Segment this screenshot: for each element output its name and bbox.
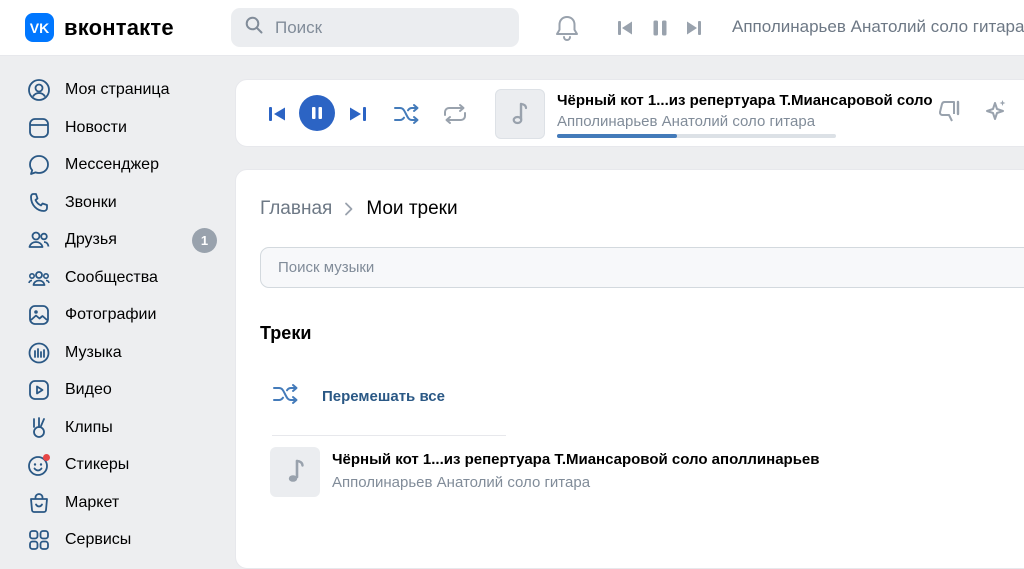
shuffle-all-label: Перемешать все — [322, 388, 445, 405]
player-progress-fill — [557, 134, 677, 138]
sidebar-item-label: Стикеры — [65, 456, 130, 473]
previous-track-icon[interactable] — [615, 18, 635, 38]
divider — [272, 435, 506, 436]
sidebar-item-communities[interactable]: Сообщества — [24, 261, 224, 295]
sidebar-item-stickers[interactable]: Стикеры — [24, 448, 224, 482]
sidebar-item-label: Мессенджер — [65, 156, 159, 173]
pause-button[interactable] — [299, 95, 335, 131]
breadcrumb-home-link[interactable]: Главная — [260, 198, 332, 220]
sidebar-item-services[interactable]: Сервисы — [24, 523, 224, 557]
section-title: Треки — [260, 323, 312, 343]
bell-icon[interactable] — [553, 14, 581, 42]
vk-logo[interactable]: VK вконтакте — [25, 13, 174, 42]
track-row[interactable]: Чёрный кот 1...из репертуара Т.Миансаров… — [270, 447, 1010, 499]
communities-icon — [24, 263, 54, 293]
sidebar-item-label: Новости — [65, 119, 127, 136]
chevron-right-icon — [344, 202, 354, 216]
breadcrumb-current: Мои треки — [366, 198, 458, 219]
sidebar-item-market[interactable]: Маркет — [24, 486, 224, 520]
search-icon — [245, 16, 263, 39]
sidebar-item-video[interactable]: Видео — [24, 373, 224, 407]
music-icon — [24, 338, 54, 368]
music-search[interactable] — [260, 247, 1024, 288]
player-progress-bar[interactable] — [557, 134, 836, 138]
market-icon — [24, 488, 54, 518]
sidebar-item-label: Моя страница — [65, 81, 170, 98]
sidebar-item-label: Фотографии — [65, 306, 157, 323]
player-track-artist[interactable]: Апполинарьев Анатолий соло гитара — [557, 113, 815, 130]
next-track-icon[interactable] — [346, 105, 370, 123]
clips-icon — [24, 413, 54, 443]
news-icon — [24, 113, 54, 143]
dislike-icon[interactable] — [936, 98, 964, 126]
photos-icon — [24, 300, 54, 330]
sidebar-item-label: Клипы — [65, 419, 113, 436]
music-search-input[interactable] — [276, 258, 880, 277]
sidebar-item-calls[interactable]: Звонки — [24, 186, 224, 220]
sidebar-item-clips[interactable]: Клипы — [24, 411, 224, 445]
sidebar-item-messenger[interactable]: Мессенджер — [24, 148, 224, 182]
friends-icon — [24, 225, 54, 255]
friends-count-badge: 1 — [192, 228, 217, 253]
pause-icon[interactable] — [650, 18, 670, 38]
sidebar-item-news[interactable]: Новости — [24, 111, 224, 145]
left-sidebar: Моя страница Новости Мессенджер Звонки Д… — [0, 56, 234, 564]
messenger-icon — [24, 150, 54, 180]
previous-track-icon[interactable] — [265, 105, 289, 123]
sidebar-item-label: Друзья — [65, 231, 117, 248]
sidebar-item-label: Сервисы — [65, 531, 132, 548]
sidebar-item-photos[interactable]: Фотографии — [24, 298, 224, 332]
profile-icon — [24, 75, 54, 105]
sidebar-item-friends[interactable]: Друзья 1 — [24, 223, 224, 257]
track-title: Чёрный кот 1...из репертуара Т.Миансаров… — [332, 451, 820, 468]
phone-icon — [24, 188, 54, 218]
sidebar-item-label: Звонки — [65, 194, 117, 211]
music-note-icon — [288, 459, 304, 482]
track-cover[interactable] — [270, 447, 320, 497]
pause-icon — [312, 107, 322, 119]
track-artist[interactable]: Апполинарьев Анатолий соло гитара — [332, 474, 590, 491]
player-track-title[interactable]: Чёрный кот 1...из репертуара Т.Миансаров… — [557, 92, 943, 109]
shuffle-icon — [272, 383, 300, 410]
header-now-playing[interactable]: Апполинарьев Анатолий соло гитара — [732, 17, 1024, 37]
stickers-icon — [24, 450, 54, 480]
sidebar-item-label: Сообщества — [65, 269, 158, 286]
global-search[interactable] — [231, 8, 519, 47]
shuffle-all-button[interactable]: Перемешать все — [272, 383, 445, 410]
music-note-icon — [512, 102, 528, 125]
sparkle-icon[interactable] — [981, 97, 1009, 125]
shuffle-icon[interactable] — [392, 102, 422, 126]
sidebar-item-label: Видео — [65, 381, 112, 398]
video-icon — [24, 375, 54, 405]
global-search-input[interactable] — [273, 16, 497, 39]
sidebar-item-music[interactable]: Музыка — [24, 336, 224, 370]
vk-logo-mark: VK — [25, 13, 54, 42]
vk-logo-text: вконтакте — [64, 14, 174, 40]
track-cover[interactable] — [495, 89, 545, 139]
next-track-icon[interactable] — [684, 18, 704, 38]
main-content: Главная Мои треки Треки Перемешать все Ч… — [235, 169, 1024, 569]
repeat-icon[interactable] — [440, 102, 470, 126]
sidebar-item-my-page[interactable]: Моя страница — [24, 73, 224, 107]
breadcrumb: Главная Мои треки — [260, 198, 458, 220]
services-icon — [24, 525, 54, 555]
top-header: VK вконтакте Апполинарьев Анатолий соло … — [0, 0, 1024, 56]
audio-player: Чёрный кот 1...из репертуара Т.Миансаров… — [235, 79, 1024, 147]
sidebar-item-label: Музыка — [65, 344, 122, 361]
sidebar-item-label: Маркет — [65, 494, 120, 511]
